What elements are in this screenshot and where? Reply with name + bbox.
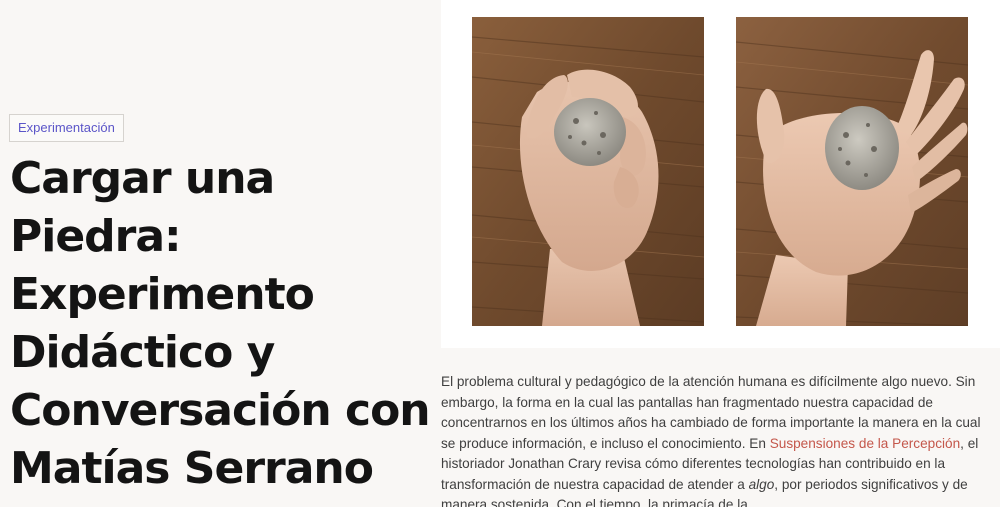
title-line: Piedra: [10,211,182,262]
stone-hand-closed-image [472,17,704,326]
title-line: Cargar una [10,153,275,204]
article-page: Experimentación Cargar una Piedra: Exper… [0,0,1000,507]
image-gallery [441,0,1000,348]
title-line: Conversación con [10,385,431,436]
stone-hand-open-image [736,17,968,326]
title-line: Didáctico y [10,327,275,378]
title-line: Matías Serrano [10,443,374,494]
photo-open-palm-stone [736,17,968,326]
category-tag-link[interactable]: Experimentación [9,114,124,142]
article-header: Experimentación Cargar una Piedra: Exper… [0,0,440,507]
photo-hand-grasping-stone [472,17,704,326]
title-line: Experimento [10,269,315,320]
book-link[interactable]: Suspensiones de la Percepción [770,436,960,451]
body-emphasis: algo [748,476,775,492]
article-body: El problema cultural y pedagógico de la … [441,372,993,507]
page-title: Cargar una Piedra: Experimento Didáctico… [10,150,440,498]
